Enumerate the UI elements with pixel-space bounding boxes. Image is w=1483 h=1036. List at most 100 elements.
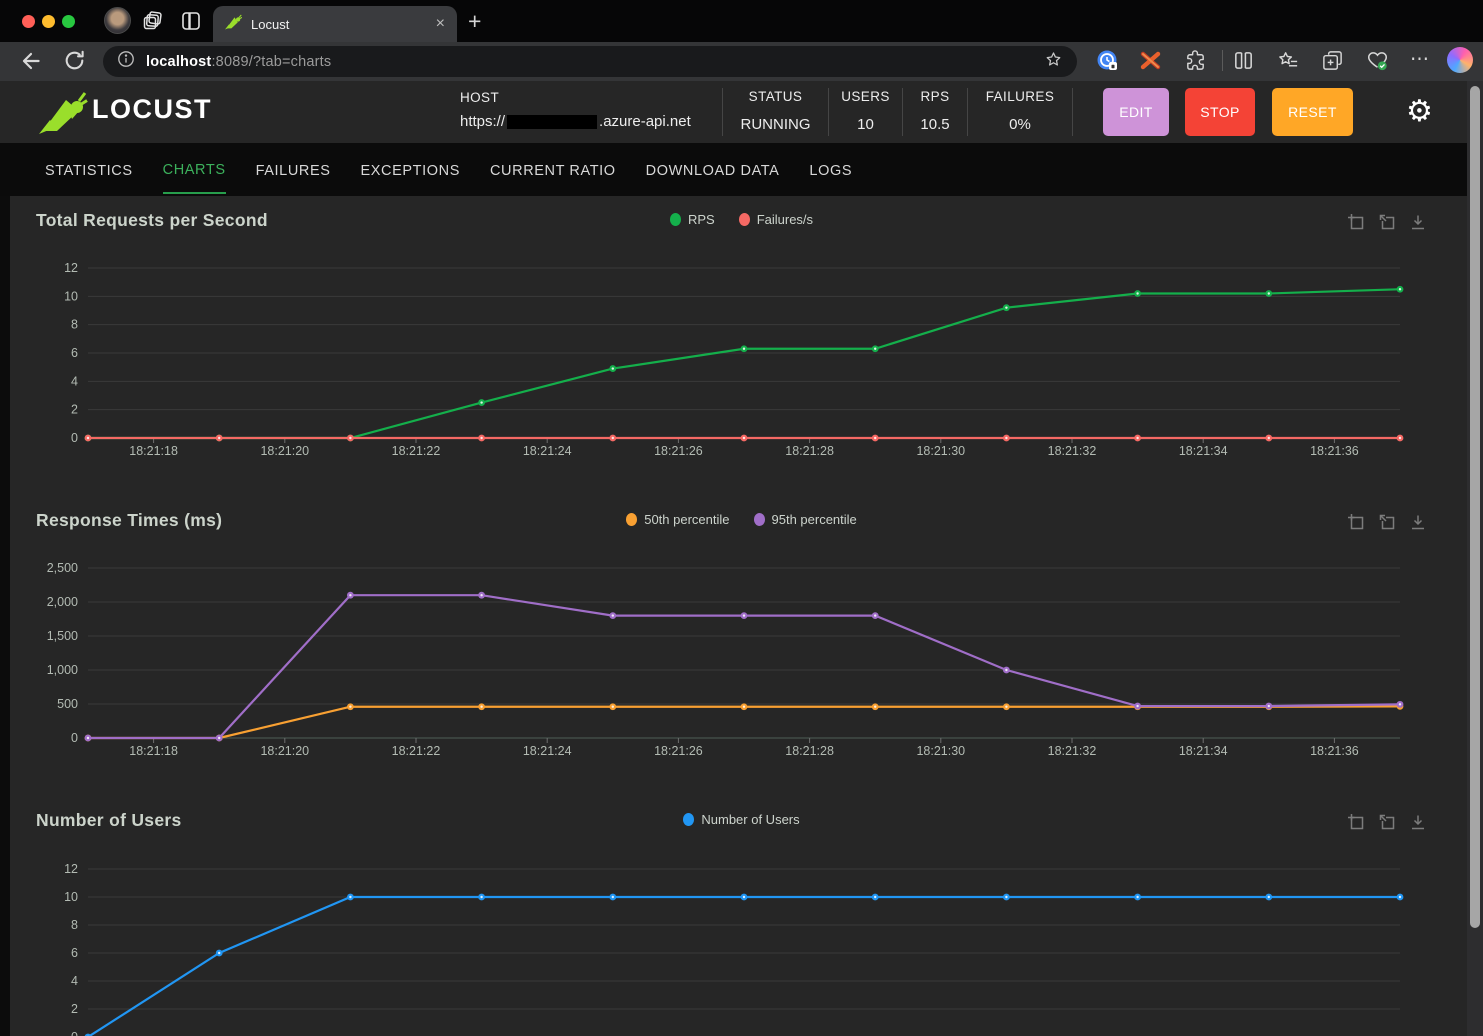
- users-chart[interactable]: 0 2 4 6 8 10 12: [0, 855, 1483, 1036]
- svg-text:8: 8: [71, 918, 78, 932]
- svg-text:18:21:30: 18:21:30: [916, 744, 965, 758]
- legend-item[interactable]: 50th percentile: [626, 512, 730, 527]
- svg-text:2: 2: [71, 1002, 78, 1016]
- save-image-icon[interactable]: [1409, 213, 1427, 231]
- tab-close-icon[interactable]: ×: [436, 16, 445, 32]
- extension-timer-icon[interactable]: [1096, 49, 1119, 72]
- tab-logs[interactable]: LOGS: [809, 147, 852, 193]
- host-label: HOST: [460, 90, 500, 105]
- users-block: USERS 10: [828, 88, 902, 136]
- save-image-icon[interactable]: [1409, 813, 1427, 831]
- svg-text:10: 10: [64, 289, 78, 303]
- window-zoom-button[interactable]: [62, 15, 75, 28]
- svg-text:18:21:36: 18:21:36: [1310, 444, 1359, 458]
- svg-text:500: 500: [57, 697, 78, 711]
- zoom-reset-icon[interactable]: [1378, 813, 1396, 831]
- url-host: localhost: [146, 53, 212, 70]
- status-block: STATUS RUNNING: [722, 88, 828, 136]
- svg-text:0: 0: [71, 1030, 78, 1036]
- svg-text:0: 0: [71, 431, 78, 445]
- back-button[interactable]: [18, 48, 44, 74]
- legend-item[interactable]: Failures/s: [738, 212, 814, 227]
- chart2-title: Response Times (ms): [36, 510, 223, 530]
- extension-x-icon[interactable]: [1139, 49, 1162, 72]
- extensions-puzzle-icon[interactable]: [1184, 49, 1207, 72]
- zoom-reset-icon[interactable]: [1378, 513, 1396, 531]
- legend-label: Failures/s: [756, 212, 814, 227]
- refresh-button[interactable]: [62, 48, 88, 74]
- zoom-reset-icon[interactable]: [1378, 213, 1396, 231]
- legend-item[interactable]: RPS: [669, 212, 715, 227]
- chart3-toolbox: [1347, 813, 1427, 831]
- failures-label: FAILURES: [985, 89, 1055, 104]
- workspaces-icon[interactable]: [142, 10, 164, 37]
- window-close-button[interactable]: [22, 15, 35, 28]
- svg-text:6: 6: [71, 946, 78, 960]
- host-redacted: [507, 115, 598, 130]
- box-zoom-icon[interactable]: [1347, 813, 1365, 831]
- window-minimize-button[interactable]: [42, 15, 55, 28]
- browser-essentials-icon[interactable]: [1366, 49, 1389, 72]
- host-value: https:// .azure-api.net: [460, 113, 691, 130]
- svg-text:18:21:28: 18:21:28: [785, 744, 834, 758]
- site-info-icon[interactable]: [117, 50, 135, 73]
- rps-label: RPS: [920, 89, 950, 104]
- legend-dot-icon: [626, 513, 638, 526]
- failures-value: 0%: [1009, 116, 1031, 133]
- box-zoom-icon[interactable]: [1347, 213, 1365, 231]
- tab-download-data[interactable]: DOWNLOAD DATA: [646, 147, 780, 193]
- stop-button[interactable]: STOP: [1185, 88, 1255, 136]
- legend-item[interactable]: 95th percentile: [753, 512, 857, 527]
- chart1-title: Total Requests per Second: [36, 210, 268, 230]
- legend-dot-icon: [669, 213, 681, 226]
- tab-title: Locust: [251, 16, 290, 32]
- copilot-icon[interactable]: [1447, 47, 1473, 73]
- favorite-star-icon[interactable]: [1044, 50, 1063, 74]
- vertical-tabs-icon[interactable]: [180, 10, 202, 37]
- box-zoom-icon[interactable]: [1347, 513, 1365, 531]
- svg-text:18:21:26: 18:21:26: [654, 444, 703, 458]
- rps-chart[interactable]: 0 2 4 6 8 10 12 18:21:18 18:21:20 18:21:22 18:21:2…: [0, 255, 1483, 465]
- host-suffix: .azure-api.net: [599, 113, 691, 130]
- status-label: STATUS: [748, 89, 803, 104]
- svg-text:18:21:34: 18:21:34: [1179, 444, 1228, 458]
- rps-value: 10.5: [920, 116, 950, 133]
- svg-text:18:21:32: 18:21:32: [1048, 444, 1097, 458]
- svg-text:12: 12: [64, 862, 78, 876]
- svg-text:18:21:20: 18:21:20: [260, 744, 309, 758]
- edit-button[interactable]: EDIT: [1103, 88, 1169, 136]
- tab-statistics[interactable]: STATISTICS: [45, 147, 133, 193]
- more-menu-icon[interactable]: ⋯: [1410, 48, 1430, 71]
- legend-label: 95th percentile: [771, 512, 857, 527]
- url-text: localhost:8089/?tab=charts: [146, 54, 331, 70]
- response-times-chart[interactable]: 0 500 1,000 1,500 2,000 2,500 18:21:18 18:21:20…: [0, 555, 1483, 765]
- collections-add-icon[interactable]: [1321, 49, 1344, 72]
- scrollbar-thumb[interactable]: [1469, 86, 1480, 928]
- svg-text:18:21:34: 18:21:34: [1179, 744, 1228, 758]
- svg-text:1,000: 1,000: [47, 663, 78, 677]
- legend-item[interactable]: Number of Users: [683, 812, 800, 827]
- locust-nav: STATISTICS CHARTS FAILURES EXCEPTIONS CU…: [0, 143, 1483, 196]
- url-bar[interactable]: localhost:8089/?tab=charts: [103, 46, 1077, 77]
- reset-button[interactable]: RESET: [1272, 88, 1353, 136]
- settings-gear-icon[interactable]: ⚙: [1406, 94, 1433, 129]
- browser-profile-avatar[interactable]: [104, 7, 131, 34]
- tab-favicon-locust-icon: [225, 14, 243, 35]
- new-tab-button[interactable]: +: [468, 8, 481, 35]
- failures-block: FAILURES 0%: [967, 88, 1073, 136]
- svg-text:2,500: 2,500: [47, 561, 78, 575]
- tab-current-ratio[interactable]: CURRENT RATIO: [490, 147, 616, 193]
- tab-exceptions[interactable]: EXCEPTIONS: [361, 147, 460, 193]
- split-screen-icon[interactable]: [1232, 49, 1255, 72]
- tab-failures[interactable]: FAILURES: [256, 147, 331, 193]
- svg-text:18:21:24: 18:21:24: [523, 744, 572, 758]
- browser-tab-locust[interactable]: Locust ×: [213, 6, 457, 42]
- svg-text:18:21:22: 18:21:22: [392, 744, 441, 758]
- legend-dot-icon: [753, 513, 765, 526]
- svg-text:10: 10: [64, 890, 78, 904]
- tab-charts[interactable]: CHARTS: [162, 146, 226, 194]
- legend-dot-icon: [683, 813, 695, 826]
- favorites-icon[interactable]: [1277, 49, 1300, 72]
- save-image-icon[interactable]: [1409, 513, 1427, 531]
- svg-text:18:21:32: 18:21:32: [1048, 744, 1097, 758]
